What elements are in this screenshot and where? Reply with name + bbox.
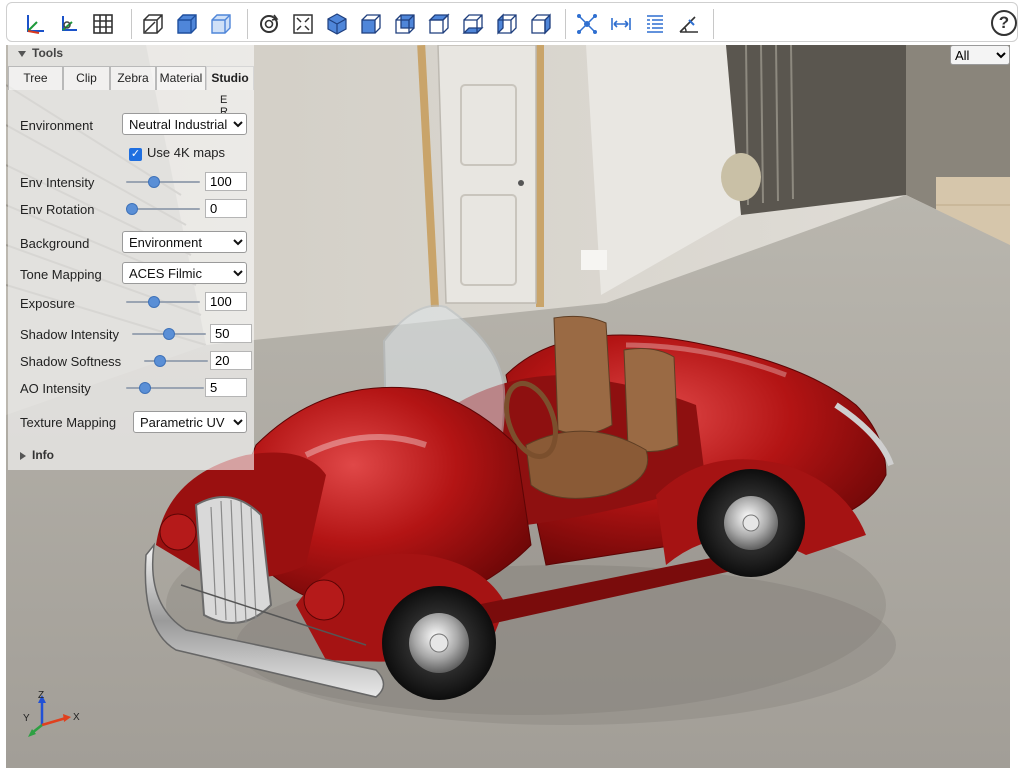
- shadow-softness-label: Shadow Softness: [20, 354, 122, 369]
- tools-panel: Tools Tree Clip Zebra Material Studio E …: [8, 45, 254, 470]
- env-intensity-label: Env Intensity: [20, 175, 95, 190]
- transparent-icon[interactable]: [173, 10, 201, 38]
- view-select[interactable]: All: [950, 45, 1010, 65]
- env-intensity-slider[interactable]: [126, 176, 200, 188]
- exposure-slider[interactable]: [126, 296, 200, 308]
- blackedges-icon[interactable]: [207, 10, 235, 38]
- iso-view-icon[interactable]: [323, 10, 351, 38]
- tab-material[interactable]: Material: [156, 66, 206, 90]
- exposure-label: Exposure: [20, 296, 75, 311]
- angle-icon[interactable]: [675, 10, 703, 38]
- shadow-intensity-input[interactable]: [210, 324, 252, 343]
- tone-mapping-select[interactable]: ACES Filmic: [122, 262, 247, 284]
- ao-intensity-input[interactable]: [205, 378, 247, 397]
- texture-mapping-label: Texture Mapping: [20, 415, 117, 430]
- axes-icon[interactable]: [21, 10, 49, 38]
- collapse-triangle-icon: [18, 50, 26, 57]
- ao-intensity-slider[interactable]: [126, 382, 204, 394]
- environment-select[interactable]: Neutral Industrial: [122, 113, 247, 135]
- help-icon[interactable]: ?: [991, 10, 1017, 36]
- tab-zebra[interactable]: Zebra: [110, 66, 156, 90]
- right-view-icon[interactable]: [527, 10, 555, 38]
- wheel-front: [382, 586, 496, 700]
- env-rotation-label: Env Rotation: [20, 202, 95, 217]
- tools-tabs: Tree Clip Zebra Material Studio: [8, 66, 254, 90]
- slider-thumb: [147, 296, 160, 308]
- axis-label-z: Z: [38, 690, 45, 701]
- axis-label-x: X: [73, 712, 80, 723]
- texture-mapping-select[interactable]: Parametric UV: [133, 411, 247, 433]
- toolbar: ?: [6, 2, 1018, 42]
- shadow-intensity-slider[interactable]: [132, 328, 206, 340]
- tab-tree[interactable]: Tree: [8, 66, 63, 90]
- shadow-intensity-label: Shadow Intensity: [20, 327, 120, 342]
- slider-thumb: [126, 203, 138, 215]
- slider-thumb: [139, 382, 152, 394]
- front-view-icon[interactable]: [357, 10, 385, 38]
- properties-icon[interactable]: [641, 10, 669, 38]
- ao-intensity-label: AO Intensity: [20, 381, 91, 396]
- shadow-softness-input[interactable]: [210, 351, 252, 370]
- tab-studio[interactable]: Studio: [206, 66, 254, 90]
- tools-header[interactable]: Tools: [8, 45, 254, 63]
- background-label: Background: [20, 236, 90, 251]
- environment-label: Environment: [20, 118, 93, 133]
- wheel-rear: [697, 469, 805, 577]
- shadow-softness-slider[interactable]: [144, 355, 208, 367]
- use4k-checkbox[interactable]: ✓: [129, 148, 142, 161]
- perspective-icon[interactable]: [139, 10, 167, 38]
- env-intensity-input[interactable]: [205, 172, 247, 191]
- explode-icon[interactable]: [573, 10, 601, 38]
- rear-view-icon[interactable]: [391, 10, 419, 38]
- env-rotation-input[interactable]: [205, 199, 247, 218]
- slider-thumb: [154, 355, 167, 367]
- distance-icon[interactable]: [607, 10, 635, 38]
- left-view-icon[interactable]: [493, 10, 521, 38]
- use4k-label: Use 4K maps: [147, 145, 226, 160]
- env-rotation-slider[interactable]: [126, 203, 200, 215]
- slider-thumb: [147, 176, 160, 188]
- slider-thumb: [163, 328, 175, 340]
- grid-icon[interactable]: [89, 10, 117, 38]
- tab-clip[interactable]: Clip: [63, 66, 110, 90]
- tone-mapping-label: Tone Mapping: [20, 267, 102, 282]
- reset-view-icon[interactable]: [255, 10, 283, 38]
- top-view-icon[interactable]: [425, 10, 453, 38]
- exposure-input[interactable]: [205, 292, 247, 311]
- axis-label-y: Y: [23, 713, 30, 724]
- bottom-view-icon[interactable]: [459, 10, 487, 38]
- axes0-icon[interactable]: [55, 10, 83, 38]
- expand-triangle-icon: [20, 451, 26, 460]
- info-section-header[interactable]: Info: [20, 448, 54, 462]
- resize-icon[interactable]: [289, 10, 317, 38]
- background-select[interactable]: Environment: [122, 231, 247, 253]
